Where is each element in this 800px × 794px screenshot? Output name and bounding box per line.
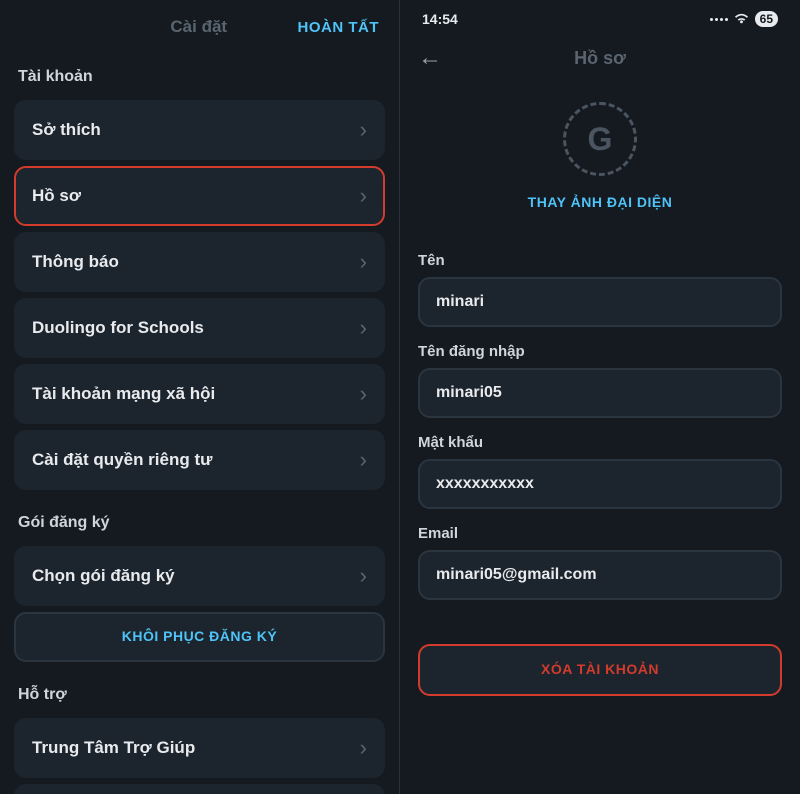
settings-item-label: Cài đặt quyền riêng tư (32, 450, 212, 470)
restore-subscription-button[interactable]: KHÔI PHỤC ĐĂNG KÝ (14, 612, 385, 662)
chevron-right-icon: › (360, 119, 367, 141)
avatar-letter: G (588, 121, 613, 158)
profile-form: Tên minari Tên đăng nhập minari05 Mật kh… (400, 228, 800, 608)
signal-icon (710, 18, 728, 21)
username-input[interactable]: minari05 (418, 368, 782, 418)
avatar-section: G THAY ẢNH ĐẠI DIỆN (400, 82, 800, 228)
settings-item-social[interactable]: Tài khoản mạng xã hội › (14, 364, 385, 424)
settings-item-label: Hồ sơ (32, 186, 81, 206)
delete-account-button[interactable]: XÓA TÀI KHOẢN (418, 644, 782, 696)
name-label: Tên (418, 252, 782, 269)
settings-item-privacy[interactable]: Cài đặt quyền riêng tư › (14, 430, 385, 490)
settings-item-label: Trung Tâm Trợ Giúp (32, 738, 195, 758)
profile-title: Hồ sơ (418, 48, 782, 69)
delete-label: XÓA TÀI KHOẢN (541, 661, 659, 677)
email-input[interactable]: minari05@gmail.com (418, 550, 782, 600)
chevron-right-icon: › (360, 251, 367, 273)
settings-title: Cài đặt (100, 17, 298, 37)
chevron-right-icon: › (360, 449, 367, 471)
settings-item-label: Tài khoản mạng xã hội (32, 384, 215, 404)
settings-item-label: Sở thích (32, 120, 101, 140)
password-label: Mật khẩu (418, 434, 782, 451)
section-title-support: Hỗ trợ (0, 668, 399, 718)
section-title-subscription: Gói đăng ký (0, 496, 399, 546)
avatar-placeholder[interactable]: G (563, 102, 637, 176)
battery-level: 65 (755, 11, 778, 27)
name-input[interactable]: minari (418, 277, 782, 327)
chevron-right-icon: › (360, 737, 367, 759)
change-avatar-button[interactable]: THAY ẢNH ĐẠI DIỆN (528, 194, 673, 210)
settings-item-notifications[interactable]: Thông báo › (14, 232, 385, 292)
chevron-right-icon: › (360, 383, 367, 405)
settings-item-label: Chọn gói đăng ký (32, 566, 175, 586)
profile-header: ← Hồ sơ (400, 34, 800, 82)
wifi-icon (734, 13, 749, 25)
profile-screen: 14:54 65 ← Hồ sơ G THAY ẢNH ĐẠI DIỆN Tên… (400, 0, 800, 794)
status-bar: 14:54 65 (400, 0, 800, 34)
settings-item-label: Duolingo for Schools (32, 318, 204, 338)
settings-header: Cài đặt HOÀN TẤT (0, 0, 399, 50)
username-label: Tên đăng nhập (418, 343, 782, 360)
chevron-right-icon: › (360, 565, 367, 587)
settings-item-choose-plan[interactable]: Chọn gói đăng ký › (14, 546, 385, 606)
settings-item-feedback[interactable]: Phản hồi › (14, 784, 385, 794)
restore-label: KHÔI PHỤC ĐĂNG KÝ (122, 628, 278, 644)
settings-item-label: Thông báo (32, 252, 119, 272)
email-label: Email (418, 525, 782, 542)
done-button[interactable]: HOÀN TẤT (298, 19, 380, 36)
settings-item-profile[interactable]: Hồ sơ › (14, 166, 385, 226)
password-input[interactable]: xxxxxxxxxxx (418, 459, 782, 509)
chevron-right-icon: › (360, 317, 367, 339)
section-title-account: Tài khoản (0, 50, 399, 100)
settings-item-preferences[interactable]: Sở thích › (14, 100, 385, 160)
settings-screen: Cài đặt HOÀN TẤT Tài khoản Sở thích › Hồ… (0, 0, 400, 794)
settings-item-help-center[interactable]: Trung Tâm Trợ Giúp › (14, 718, 385, 778)
settings-item-schools[interactable]: Duolingo for Schools › (14, 298, 385, 358)
status-time: 14:54 (422, 11, 458, 27)
chevron-right-icon: › (360, 185, 367, 207)
